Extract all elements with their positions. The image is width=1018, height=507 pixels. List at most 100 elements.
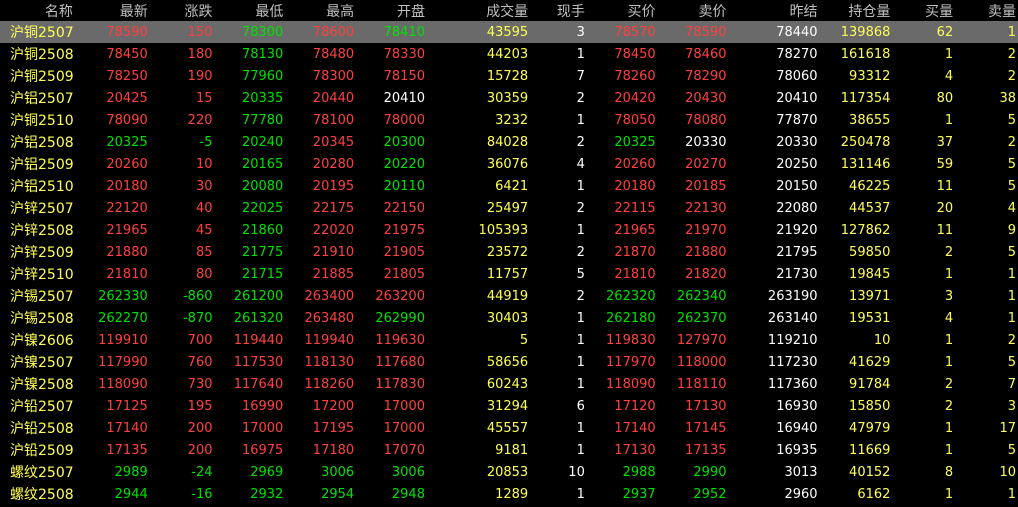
cell-name: 沪锡2507 <box>10 289 74 305</box>
cell-bid: 2937 <box>622 486 656 502</box>
table-row[interactable]: 沪铝2508 20325 -5 20240 20345 20300 84028 2 20325 2… <box>0 131 1018 153</box>
cell-open-interest: 161618 <box>840 46 891 62</box>
table-row[interactable]: 沪铜2508 78450 180 78130 78480 78330 44203 1 78450… <box>0 43 1018 65</box>
table-row[interactable]: 沪锌2509 21880 85 21775 21910 21905 23572 2 21870 2… <box>0 241 1018 263</box>
cell-prev-settle: 16940 <box>776 420 818 436</box>
cell-last-lot: 1 <box>576 486 585 502</box>
cell-low: 2969 <box>250 464 284 480</box>
header-ask-size[interactable]: 卖量 <box>955 0 1018 21</box>
cell-low: 21715 <box>241 266 284 282</box>
cell-bid-size: 37 <box>936 134 954 150</box>
cell-name: 螺纹2508 <box>10 487 74 503</box>
cell-bid-size: 11 <box>936 222 954 238</box>
cell-change: 730 <box>187 376 213 392</box>
cell-bid-size: 8 <box>944 464 954 480</box>
cell-low: 117640 <box>233 376 284 392</box>
cell-name: 沪锌2508 <box>10 223 74 239</box>
table-row[interactable]: 沪铝2510 20180 30 20080 20195 20110 6421 1 20180 20… <box>0 175 1018 197</box>
cell-last: 21810 <box>106 266 148 282</box>
cell-ask: 2952 <box>693 486 727 502</box>
cell-open-interest: 38655 <box>849 112 891 128</box>
cell-name: 沪锌2510 <box>10 267 74 283</box>
cell-prev-settle: 78060 <box>776 68 818 84</box>
cell-ask-size: 4 <box>1007 200 1016 216</box>
cell-prev-settle: 20410 <box>776 90 818 106</box>
cell-change: 700 <box>187 332 213 348</box>
header-low[interactable]: 最低 <box>215 0 286 21</box>
cell-last: 17135 <box>106 442 148 458</box>
table-row[interactable]: 沪锌2510 21810 80 21715 21885 21805 11757 5 21810 2… <box>0 263 1018 285</box>
header-bid-size[interactable]: 买量 <box>892 0 955 21</box>
table-row[interactable]: 沪镍2606 119910 700 119440 119940 119630 5 1 11983… <box>0 329 1018 351</box>
header-high[interactable]: 最高 <box>285 0 356 21</box>
cell-open-interest: 47979 <box>849 420 891 436</box>
cell-bid: 78570 <box>586 21 658 43</box>
cell-ask-size: 10 <box>999 464 1016 480</box>
cell-volume: 43595 <box>426 21 531 43</box>
table-row[interactable]: 沪铜2507 78590 150 78300 78600 78410 43595 3 78570… <box>0 21 1018 43</box>
cell-bid: 20260 <box>614 156 656 172</box>
cell-open: 2948 <box>391 486 425 502</box>
cell-bid-size: 1 <box>944 442 954 458</box>
cell-high: 78300 <box>312 68 355 84</box>
cell-change: 190 <box>187 68 213 84</box>
cell-high: 78480 <box>312 46 355 62</box>
table-row[interactable]: 沪铅2508 17140 200 17000 17195 17000 45557 1 17140… <box>0 417 1018 439</box>
header-ask[interactable]: 卖价 <box>658 0 729 21</box>
table-row[interactable]: 沪铅2509 17135 200 16975 17180 17070 9181 1 17130 1… <box>0 439 1018 461</box>
table-row[interactable]: 沪锌2508 21965 45 21860 22020 21975 105393 1 21965… <box>0 219 1018 241</box>
table-row[interactable]: 沪铜2509 78250 190 77960 78300 78150 15728 7 78260… <box>0 65 1018 87</box>
table-row[interactable]: 沪锡2508 262270 -870 261320 263480 262990 30403 1… <box>0 307 1018 329</box>
cell-volume: 15728 <box>486 68 529 84</box>
table-row[interactable]: 沪锡2507 262330 -860 261200 263400 263200 44919 2… <box>0 285 1018 307</box>
cell-name: 沪铝2507 <box>10 91 74 107</box>
table-row[interactable]: 沪铝2507 20425 15 20335 20440 20410 30359 2 20420 2… <box>0 87 1018 109</box>
cell-bid: 78050 <box>614 112 656 128</box>
table-row[interactable]: 沪镍2508 118090 730 117640 118260 117830 60243 1 1… <box>0 373 1018 395</box>
cell-low: 20240 <box>241 134 284 150</box>
cell-bid-size: 59 <box>936 156 954 172</box>
cell-bid-size: 1 <box>944 266 954 282</box>
header-prev-settle[interactable]: 昨结 <box>729 0 820 21</box>
cell-ask-size: 9 <box>1007 222 1016 238</box>
header-last-lot[interactable]: 现手 <box>530 0 587 21</box>
cell-bid-size: 2 <box>944 244 954 260</box>
cell-ask: 17135 <box>685 442 727 458</box>
cell-low: 20165 <box>241 156 284 172</box>
cell-low: 20335 <box>241 90 284 106</box>
cell-ask-size: 17 <box>999 420 1016 436</box>
table-row[interactable]: 沪镍2507 117990 760 117530 118130 117680 58656 1 1… <box>0 351 1018 373</box>
cell-name: 螺纹2507 <box>10 465 74 481</box>
cell-ask-size: 1 <box>1007 310 1016 326</box>
cell-bid-size: 1 <box>944 46 954 62</box>
header-volume[interactable]: 成交量 <box>427 0 530 21</box>
header-open[interactable]: 开盘 <box>356 0 427 21</box>
cell-last-lot: 1 <box>576 354 585 370</box>
cell-ask-size: 7 <box>1007 376 1016 392</box>
table-row[interactable]: 螺纹2507 2989 -24 2969 3006 3006 20853 10 2988 2990… <box>0 461 1018 483</box>
cell-open-interest: 139868 <box>819 21 893 43</box>
cell-last: 118090 <box>98 376 148 392</box>
cell-open: 262990 <box>375 310 425 326</box>
cell-name: 沪铝2509 <box>10 157 74 173</box>
cell-high: 118260 <box>304 376 355 392</box>
cell-volume: 45557 <box>486 420 529 436</box>
cell-bid: 2988 <box>622 464 656 480</box>
cell-last: 17125 <box>106 398 148 414</box>
cell-bid: 17140 <box>614 420 656 436</box>
table-row[interactable]: 沪锌2507 22120 40 22025 22175 22150 25497 2 22115 2… <box>0 197 1018 219</box>
cell-change: -16 <box>191 486 213 502</box>
cell-open-interest: 19531 <box>849 310 891 326</box>
cell-ask-size: 1 <box>1007 288 1016 304</box>
table-row[interactable]: 沪铅2507 17125 195 16990 17200 17000 31294 6 17120… <box>0 395 1018 417</box>
header-bid[interactable]: 买价 <box>587 0 658 21</box>
header-last[interactable]: 最新 <box>79 0 150 21</box>
table-row[interactable]: 螺纹2508 2944 -16 2932 2954 2948 1289 1 2937 2952 29… <box>0 483 1018 505</box>
header-open-interest[interactable]: 持仓量 <box>820 0 893 21</box>
header-change[interactable]: 涨跌 <box>150 0 215 21</box>
cell-high: 78600 <box>285 21 357 43</box>
header-name[interactable]: 名称 <box>0 0 79 21</box>
table-row[interactable]: 沪铝2509 20260 10 20165 20280 20220 36076 4 20260 2… <box>0 153 1018 175</box>
cell-bid: 262320 <box>606 288 656 304</box>
table-row[interactable]: 沪铜2510 78090 220 77780 78100 78000 3232 1 78050 7… <box>0 109 1018 131</box>
